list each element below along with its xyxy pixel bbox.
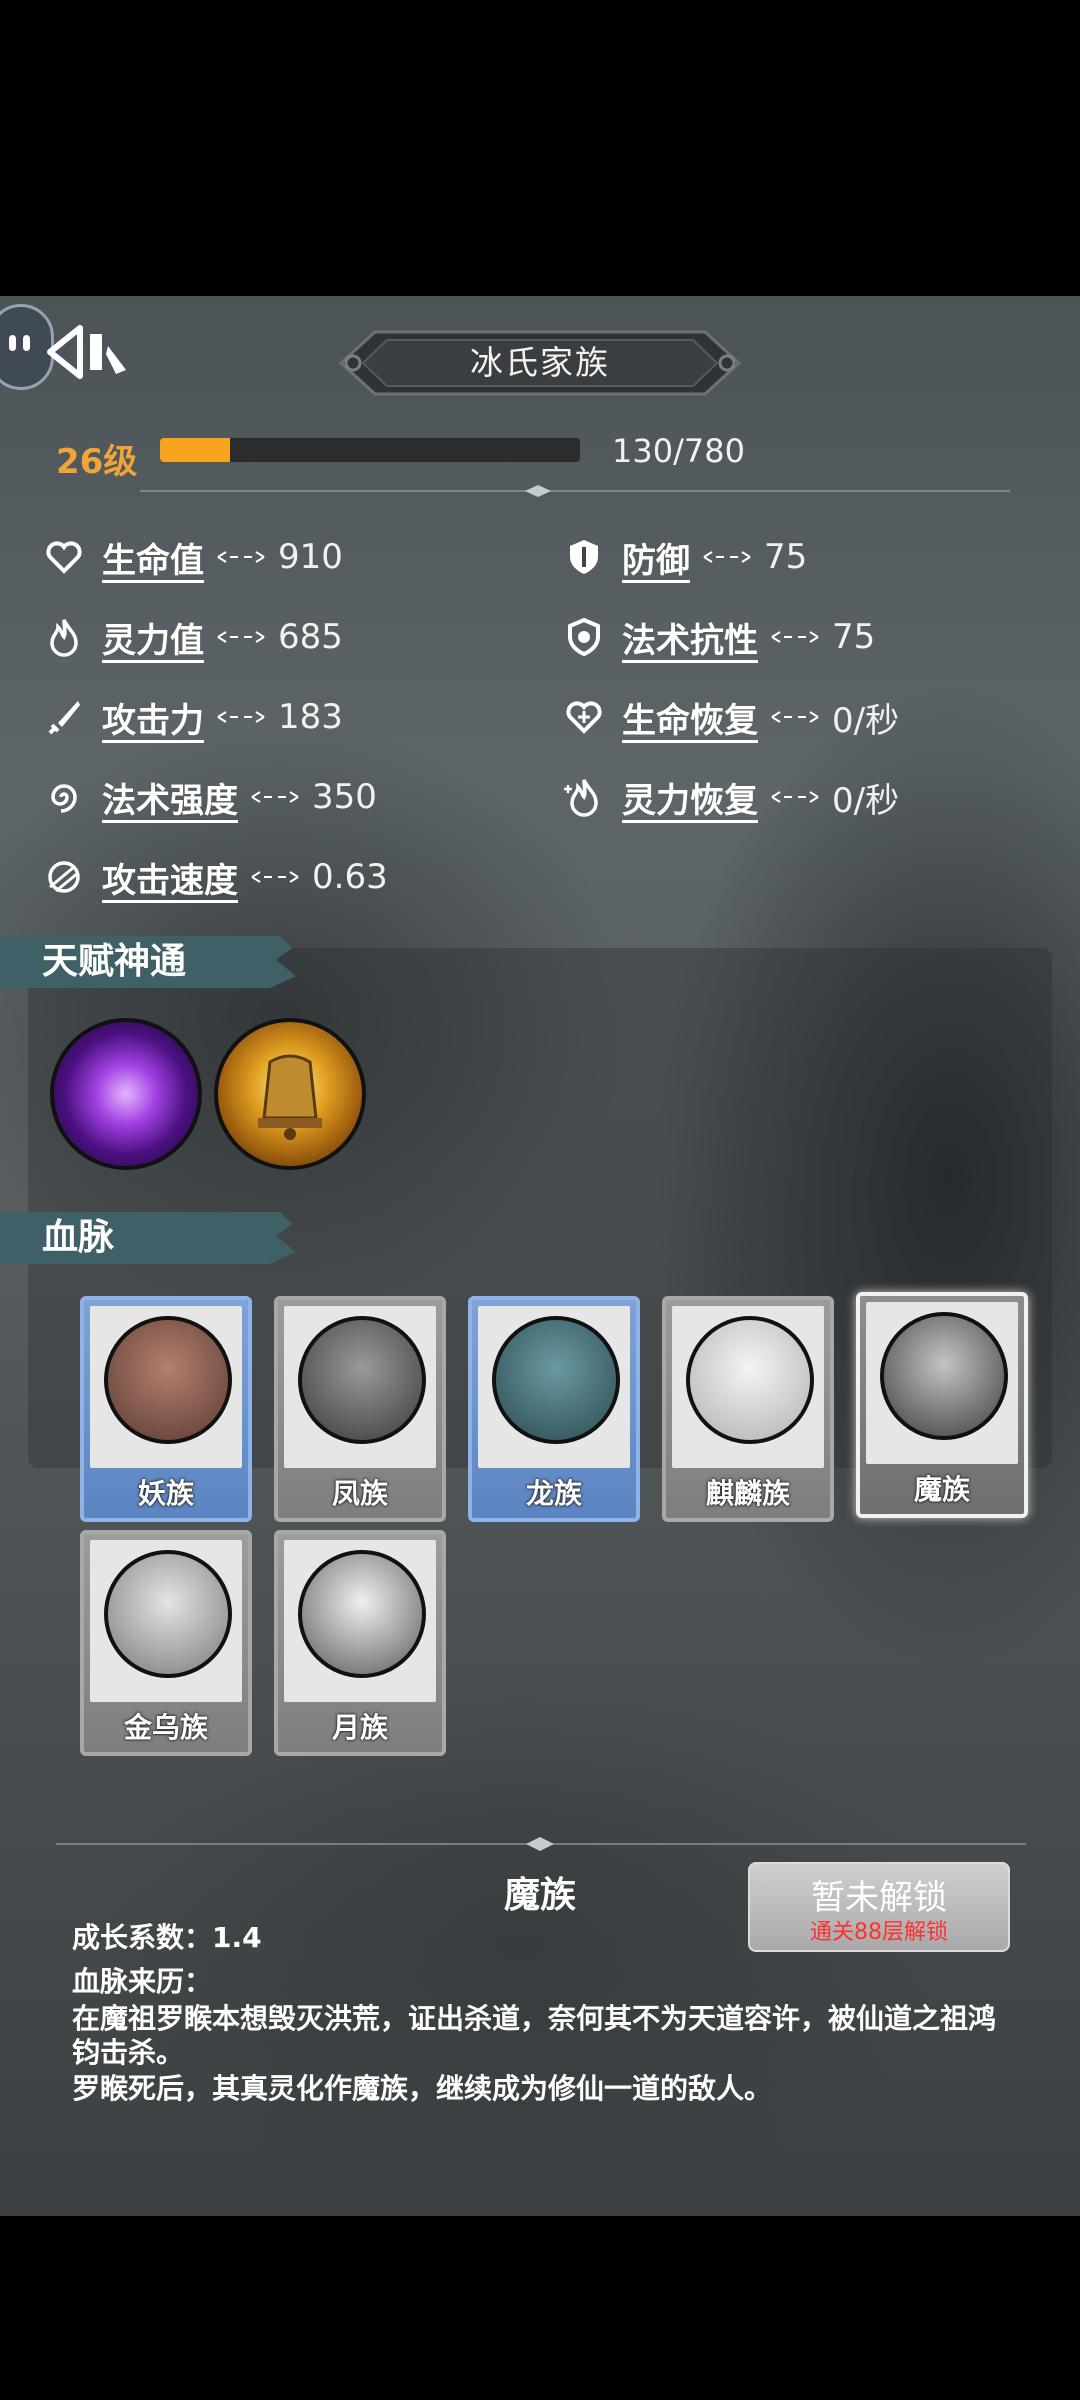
stat-name[interactable]: 法术强度 <box>102 773 238 822</box>
stat-value: 75 <box>764 537 808 577</box>
avatar-eye <box>9 335 16 351</box>
growth-coefficient: 成长系数：1.4 <box>72 1921 262 1954</box>
talent-section-banner: 天赋神通 <box>0 930 300 994</box>
origin-text: 罗睺死后，其真灵化作魔族，继续成为修仙一道的敌人。 <box>72 2072 773 2105</box>
card-inner <box>284 1306 436 1468</box>
arrow-icon <box>251 871 299 883</box>
title-plate: 冰氏家族 <box>335 326 745 400</box>
bloodline-portrait <box>104 1550 232 1678</box>
stat-hp: 生命值 910 <box>44 532 343 582</box>
bloodline-card[interactable]: 金乌族 <box>80 1530 252 1756</box>
bloodline-name: 魔族 <box>913 1473 970 1506</box>
stat-value: 910 <box>278 537 343 577</box>
divider <box>140 485 1010 497</box>
stat-name[interactable]: 生命值 <box>102 533 204 582</box>
arrow-icon <box>217 711 265 723</box>
stat-attack: 攻击力 183 <box>44 692 343 742</box>
origin-text: 在魔祖罗睺本想毁灭洪荒，证出杀道，奈何其不为天道容许，被仙道之祖鸿钧击杀。 <box>72 2002 997 2069</box>
bloodline-portrait <box>492 1316 620 1444</box>
bloodline-card[interactable]: 月族 <box>274 1530 446 1756</box>
arrow-icon <box>217 631 265 643</box>
stat-mp: 灵力值 685 <box>44 612 343 662</box>
card-inner <box>672 1306 824 1468</box>
bloodline-portrait <box>298 1550 426 1678</box>
level-label: 26级 <box>56 442 138 482</box>
xp-progress-fill <box>160 438 230 462</box>
lock-requirement: 通关88层解锁 <box>810 1920 948 1945</box>
bloodline-portrait <box>686 1316 814 1444</box>
stat-value: 75 <box>832 617 876 657</box>
stat-value: 0.63 <box>312 857 388 897</box>
bloodline-card[interactable]: 凤族 <box>274 1296 446 1522</box>
golden-bell-icon[interactable] <box>214 1018 366 1170</box>
bloodline-portrait <box>880 1312 1008 1440</box>
back-arrow-icon[interactable] <box>44 324 134 380</box>
stat-hp-regen: 生命恢复 0/秒 <box>564 692 899 742</box>
bloodline-portrait <box>104 1316 232 1444</box>
bloodline-name: 妖族 <box>137 1477 194 1510</box>
heart-regen-icon <box>566 701 602 734</box>
stat-defense: 防御 75 <box>564 532 807 582</box>
stat-spell-power: 法术强度 350 <box>44 772 377 822</box>
stat-name[interactable]: 攻击速度 <box>102 853 238 902</box>
unlock-button[interactable]: 暂未解锁 通关88层解锁 <box>748 1862 1010 1952</box>
stat-attack-speed: 攻击速度 0.63 <box>44 852 388 902</box>
section-title: 天赋神通 <box>42 941 187 982</box>
stat-name[interactable]: 灵力恢复 <box>622 773 758 822</box>
card-inner <box>90 1540 242 1702</box>
stat-name[interactable]: 法术抗性 <box>622 613 758 662</box>
avatar-eye <box>23 335 30 351</box>
flame-regen-icon <box>564 779 598 817</box>
card-inner <box>284 1540 436 1702</box>
bloodline-name: 金乌族 <box>123 1711 208 1744</box>
arrow-icon <box>771 791 819 803</box>
bloodline-card[interactable]: 妖族 <box>80 1296 252 1522</box>
heart-icon <box>46 541 82 574</box>
sword-icon <box>48 701 80 735</box>
arrow-icon <box>217 551 265 563</box>
stat-value: 350 <box>312 777 377 817</box>
flame-icon <box>50 619 78 657</box>
stat-name[interactable]: 灵力值 <box>102 613 204 662</box>
origin-label: 血脉来历： <box>72 1965 213 1998</box>
bloodline-name: 月族 <box>331 1711 388 1744</box>
lock-label: 暂未解锁 <box>811 1878 947 1918</box>
stat-value: 685 <box>278 617 343 657</box>
page-title: 冰氏家族 <box>470 343 610 382</box>
arrow-icon <box>771 711 819 723</box>
bloodline-card[interactable]: 麒麟族 <box>662 1296 834 1522</box>
stat-value: 0/秒 <box>832 700 900 741</box>
arrow-icon <box>771 631 819 643</box>
card-inner <box>478 1306 630 1468</box>
bloodline-name: 凤族 <box>331 1477 388 1510</box>
bloodline-portrait <box>298 1316 426 1444</box>
stat-magic-resist: 法术抗性 75 <box>564 612 875 662</box>
xp-text: 130/780 <box>612 432 745 470</box>
bloodline-name: 龙族 <box>525 1477 582 1510</box>
arrow-icon <box>703 551 751 563</box>
shield-icon <box>570 540 598 574</box>
purple-vortex-icon[interactable] <box>50 1018 202 1170</box>
card-inner <box>866 1302 1018 1464</box>
divider <box>56 1837 1026 1851</box>
magic-shield-icon <box>568 617 600 657</box>
speed-icon <box>48 861 80 893</box>
xp-progress-bar <box>160 438 580 462</box>
stat-value: 183 <box>278 697 343 737</box>
arrow-icon <box>251 791 299 803</box>
bloodline-card-selected[interactable]: 魔族 <box>856 1292 1028 1518</box>
spiral-icon <box>51 784 77 813</box>
card-inner <box>90 1306 242 1468</box>
bloodline-card[interactable]: 龙族 <box>468 1296 640 1522</box>
stat-value: 0/秒 <box>832 780 900 821</box>
stat-name[interactable]: 生命恢复 <box>622 693 758 742</box>
game-screen: 冰氏家族 26级 130/780 生命值 910 防御 75 灵力值 685 法… <box>0 296 1080 2216</box>
stat-name[interactable]: 防御 <box>622 533 690 582</box>
stat-name[interactable]: 攻击力 <box>102 693 204 742</box>
bloodline-name: 麒麟族 <box>705 1477 790 1510</box>
stat-mp-regen: 灵力恢复 0/秒 <box>564 772 899 822</box>
